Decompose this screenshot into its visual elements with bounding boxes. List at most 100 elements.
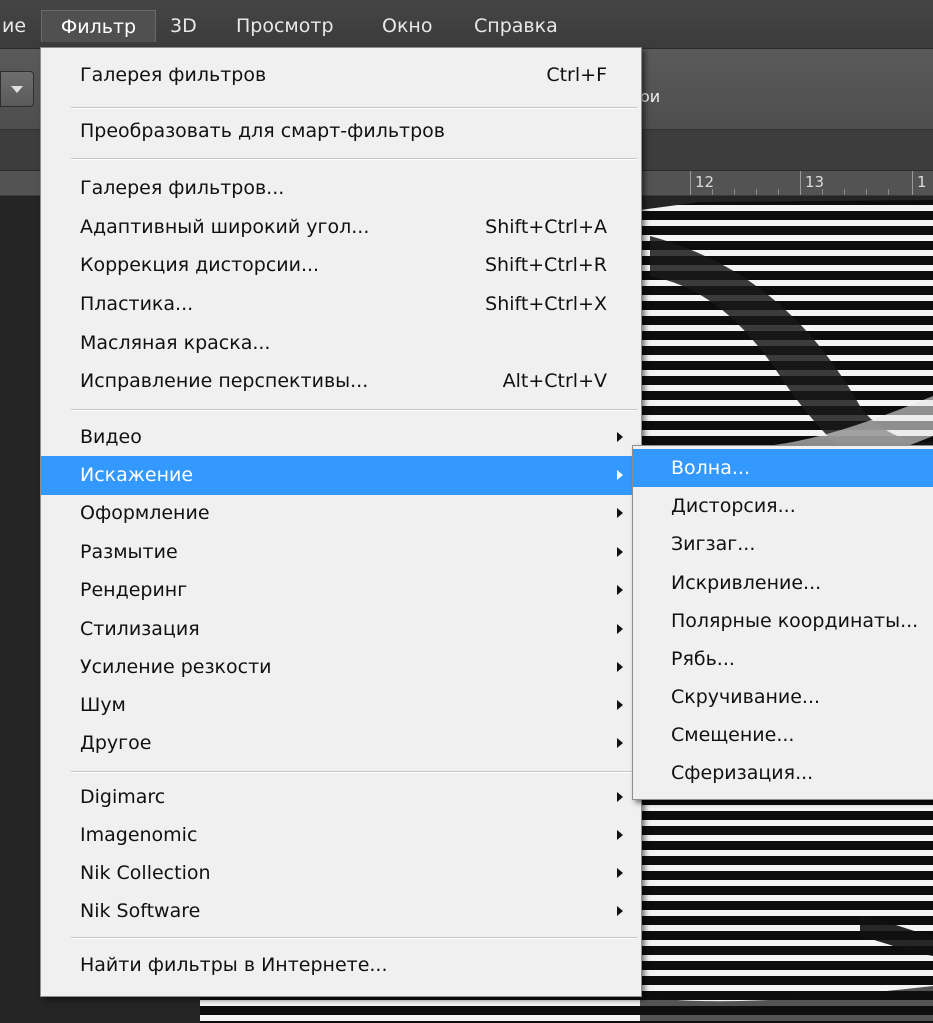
menu-item-label: Пластика... — [80, 293, 194, 315]
ruler-tick — [778, 189, 779, 195]
menu-item-label: Коррекция дисторсии... — [80, 254, 320, 276]
submenu-item-label: Волна... — [671, 457, 750, 479]
menu-item-filter-gallery-last[interactable]: Галерея фильтров Ctrl+F — [41, 56, 641, 95]
submenu-item-label: Скручивание... — [671, 686, 821, 708]
menu-separator — [71, 409, 637, 411]
submenu-arrow-icon — [617, 470, 623, 480]
submenu-item-label: Искривление... — [671, 572, 822, 594]
submenu-arrow-icon — [617, 700, 623, 710]
menubar-item-window[interactable]: Окно — [372, 10, 442, 42]
ruler-tick — [712, 189, 713, 195]
submenu-arrow-icon — [617, 830, 623, 840]
submenu-item-label: Полярные координаты... — [671, 610, 919, 632]
menu-item-sharpen[interactable]: Усиление резкости — [41, 648, 641, 687]
menu-item-label: Искажение — [80, 464, 194, 486]
ruler-tick — [912, 171, 913, 195]
menu-item-shortcut: Shift+Ctrl+A — [485, 216, 607, 238]
menu-item-label: Размытие — [80, 541, 178, 563]
tool-preset-dropdown[interactable] — [0, 71, 34, 107]
menu-item-nik-collection[interactable]: Nik Collection — [41, 854, 641, 893]
menu-item-label: Рендеринг — [80, 579, 188, 601]
submenu-item-wave[interactable]: Волна... — [633, 449, 933, 487]
menu-item-label: Усиление резкости — [80, 656, 272, 678]
menu-item-label: Nik Software — [80, 900, 201, 922]
menu-item-imagenomic[interactable]: Imagenomic — [41, 816, 641, 855]
ruler-tick — [756, 189, 757, 195]
menu-item-shortcut: Ctrl+F — [546, 64, 607, 86]
ruler-tick — [888, 189, 889, 195]
menu-item-vanishing-point[interactable]: Исправление перспективы... Alt+Ctrl+V — [41, 362, 641, 401]
menubar-item-image[interactable]: ие — [0, 10, 36, 42]
submenu-arrow-icon — [617, 738, 623, 748]
submenu-arrow-icon — [617, 662, 623, 672]
ruler-tick — [866, 189, 867, 195]
menu-item-liquify[interactable]: Пластика... Shift+Ctrl+X — [41, 285, 641, 324]
distort-submenu: Волна... Дисторсия... Зигзаг... Искривле… — [632, 445, 933, 800]
menubar-item-filter[interactable]: Фильтр — [41, 10, 156, 42]
menu-item-distort[interactable]: Искажение — [41, 456, 641, 495]
submenu-item-label: Сферизация... — [671, 762, 814, 784]
menubar-item-help[interactable]: Справка — [464, 10, 568, 42]
menu-item-lens-correction[interactable]: Коррекция дисторсии... Shift+Ctrl+R — [41, 246, 641, 285]
ruler-label: 1 — [917, 173, 927, 191]
submenu-item-twirl[interactable]: Скручивание... — [633, 678, 933, 716]
menu-item-browse-filters-online[interactable]: Найти фильтры в Интернете... — [41, 946, 641, 985]
submenu-item-displace[interactable]: Дисторсия... — [633, 487, 933, 525]
menu-item-label: Другое — [80, 732, 152, 754]
submenu-arrow-icon — [617, 624, 623, 634]
ruler-tick — [844, 189, 845, 195]
menu-item-shortcut: Shift+Ctrl+R — [484, 254, 607, 276]
submenu-item-offset[interactable]: Смещение... — [633, 716, 933, 754]
menu-item-label: Преобразовать для смарт-фильтров — [80, 120, 445, 142]
submenu-arrow-icon — [617, 906, 623, 916]
submenu-item-label: Зигзаг... — [671, 533, 756, 555]
filter-menu: Галерея фильтров Ctrl+F Преобразовать дл… — [40, 47, 642, 997]
menu-item-shortcut: Shift+Ctrl+X — [485, 293, 607, 315]
submenu-item-zigzag[interactable]: Зигзаг... — [633, 525, 933, 563]
submenu-arrow-icon — [617, 585, 623, 595]
menu-item-filter-gallery[interactable]: Галерея фильтров... — [41, 169, 641, 208]
menu-item-label: Галерея фильтров — [80, 64, 267, 86]
menu-item-digimarc[interactable]: Digimarc — [41, 778, 641, 817]
menu-separator — [71, 158, 637, 160]
menu-item-label: Оформление — [80, 502, 210, 524]
menu-separator — [71, 107, 637, 109]
submenu-arrow-icon — [617, 868, 623, 878]
submenu-arrow-icon — [617, 792, 623, 802]
submenu-item-spherize[interactable]: Сферизация... — [633, 754, 933, 792]
menu-item-label: Исправление перспективы... — [80, 370, 369, 392]
ruler-tick — [690, 171, 691, 195]
menu-separator — [71, 937, 637, 939]
menu-item-stylize[interactable]: Стилизация — [41, 610, 641, 649]
ruler-tick — [800, 171, 801, 195]
menu-item-label: Стилизация — [80, 618, 200, 640]
menubar: ие Фильтр 3D Просмотр Окно Справка — [0, 0, 933, 49]
menu-item-video[interactable]: Видео — [41, 418, 641, 457]
submenu-arrow-icon — [617, 432, 623, 442]
menu-item-label: Адаптивный широкий угол... — [80, 216, 370, 238]
menu-item-adaptive-wide-angle[interactable]: Адаптивный широкий угол... Shift+Ctrl+A — [41, 208, 641, 247]
menu-item-label: Шум — [80, 694, 126, 716]
menu-item-label: Видео — [80, 426, 142, 448]
menu-item-convert-smart-filters[interactable]: Преобразовать для смарт-фильтров — [41, 112, 641, 151]
menubar-item-view[interactable]: Просмотр — [226, 10, 344, 42]
menubar-item-3d[interactable]: 3D — [160, 10, 207, 42]
menu-item-label: Nik Collection — [80, 862, 211, 884]
submenu-item-ripple[interactable]: Рябь... — [633, 640, 933, 678]
menu-item-oil-paint[interactable]: Масляная краска... — [41, 324, 641, 363]
ruler-tick — [734, 189, 735, 195]
menu-item-label: Найти фильтры в Интернете... — [80, 954, 388, 976]
menu-item-nik-software[interactable]: Nik Software — [41, 892, 641, 931]
submenu-arrow-icon — [617, 547, 623, 557]
menu-item-noise[interactable]: Шум — [41, 686, 641, 725]
submenu-arrow-icon — [617, 508, 623, 518]
menu-item-label: Imagenomic — [80, 824, 198, 846]
menu-item-other[interactable]: Другое — [41, 724, 641, 763]
submenu-item-polar-coordinates[interactable]: Полярные координаты... — [633, 602, 933, 640]
submenu-item-label: Рябь... — [671, 648, 735, 670]
menu-item-pixelate[interactable]: Оформление — [41, 494, 641, 533]
menu-item-blur[interactable]: Размытие — [41, 533, 641, 572]
menu-item-render[interactable]: Рендеринг — [41, 571, 641, 610]
submenu-item-shear[interactable]: Искривление... — [633, 564, 933, 602]
menu-item-label: Масляная краска... — [80, 332, 271, 354]
